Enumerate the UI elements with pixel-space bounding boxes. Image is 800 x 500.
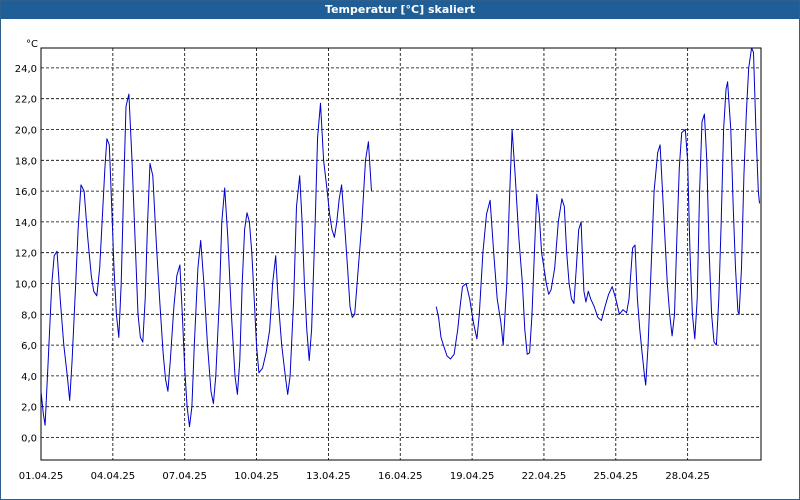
temperature-series-line-1 — [40, 93, 372, 428]
y-tick-label: 12,0 — [15, 249, 37, 260]
y-tick-label: 10,0 — [15, 280, 37, 291]
y-tick-label: 0,0 — [21, 434, 37, 445]
y-tick-label: 16,0 — [15, 187, 37, 198]
grid-lines — [41, 48, 761, 460]
x-tick-label: 19.04.25 — [450, 471, 495, 482]
x-tick-label: 04.04.25 — [91, 471, 136, 482]
x-tick-label: 25.04.25 — [594, 471, 639, 482]
x-tick-label: 01.04.25 — [19, 471, 64, 482]
y-tick-label: 24,0 — [15, 64, 37, 75]
x-tick-label: 07.04.25 — [162, 471, 207, 482]
x-tick-label: 22.04.25 — [522, 471, 567, 482]
y-tick-label: 2,0 — [21, 403, 37, 414]
y-tick-label: 6,0 — [21, 341, 37, 352]
y-tick-label: 22,0 — [15, 95, 37, 106]
x-tick-label: 13.04.25 — [306, 471, 351, 482]
x-axis-ticks: 01.04.25 04.04.25 07.04.25 10.04.25 13.04.25… — [19, 471, 710, 482]
y-axis-ticks: 0,0 2,0 4,0 6,0 8,0 10,0 12,0 14,0 16,0 18,0 20,0 2… — [15, 64, 37, 445]
y-tick-label: 4,0 — [21, 372, 37, 383]
temperature-chart: 0,0 2,0 4,0 6,0 8,0 10,0 12,0 14,0 16,0 18,0 20,0 2… — [15, 39, 762, 482]
x-tick-label: 16.04.25 — [378, 471, 423, 482]
y-tick-label: 8,0 — [21, 310, 37, 321]
y-tick-label: 14,0 — [15, 218, 37, 229]
x-tick-label: 28.04.25 — [665, 471, 710, 482]
y-tick-label: 18,0 — [15, 156, 37, 167]
y-axis-unit-label: °C — [26, 39, 38, 50]
x-tick-label: 10.04.25 — [234, 471, 279, 482]
plot-frame — [40, 47, 762, 461]
y-tick-label: 20,0 — [15, 126, 37, 137]
